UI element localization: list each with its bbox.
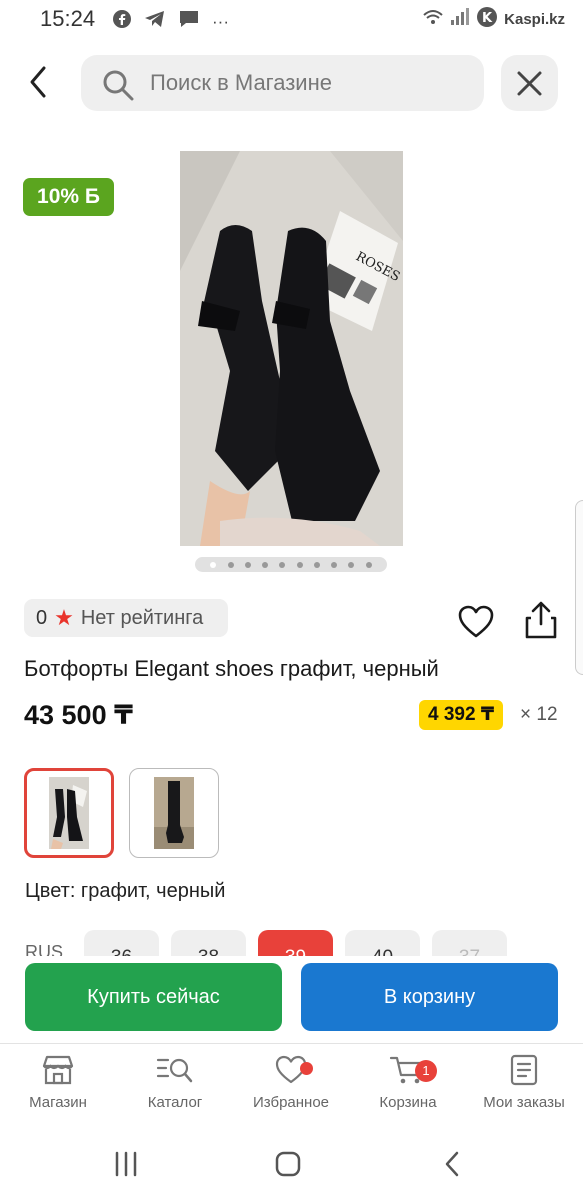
search-icon	[103, 70, 134, 101]
boots-photo: ROSES	[180, 151, 403, 546]
rating-text: Нет рейтинга	[80, 606, 204, 629]
close-icon	[517, 71, 542, 96]
pagination-dot[interactable]	[348, 561, 355, 568]
wifi-icon	[422, 9, 444, 30]
product-image[interactable]: ROSES	[180, 151, 403, 546]
recent-apps-button[interactable]	[112, 1150, 140, 1183]
status-bar: 15:24 ··· K Kaspi.kz	[0, 0, 583, 42]
pagination-dot[interactable]	[313, 561, 320, 568]
facebook-icon	[112, 9, 132, 34]
pagination-dot[interactable]	[227, 561, 234, 568]
share-icon	[525, 601, 557, 639]
message-icon	[178, 9, 200, 34]
color-variant-selected[interactable]	[24, 768, 114, 858]
buy-now-button[interactable]: Купить сейчас	[25, 963, 282, 1031]
nav-label: Магазин	[29, 1094, 87, 1111]
orders-icon	[510, 1054, 538, 1086]
nav-item-cart[interactable]: 1 Корзина	[353, 1054, 463, 1111]
share-button[interactable]	[523, 600, 559, 640]
store-icon	[42, 1055, 74, 1085]
size-selector: RUS 36 38 39 40 37	[0, 930, 583, 956]
notification-icons: ···	[112, 9, 229, 34]
rating-count: 0	[36, 606, 48, 629]
home-icon	[275, 1151, 301, 1177]
status-time: 15:24	[40, 6, 96, 31]
pagination-dot[interactable]	[365, 561, 372, 568]
size-option[interactable]: 38	[171, 930, 246, 956]
discount-badge: 10% Б	[23, 178, 114, 216]
installment-months: × 12	[520, 704, 558, 725]
svg-text:K: K	[482, 11, 493, 26]
favorite-button[interactable]	[458, 605, 494, 639]
search-placeholder: Поиск в Магазине	[150, 70, 332, 95]
chevron-left-icon	[30, 66, 46, 98]
size-option-selected[interactable]: 39	[258, 930, 333, 956]
nav-label: Мои заказы	[483, 1094, 565, 1111]
system-navigation	[0, 1133, 583, 1200]
variant-thumbnail	[49, 777, 89, 849]
size-option-disabled: 37	[432, 930, 507, 956]
search-header: Поиск в Магазине	[0, 52, 583, 114]
pagination-dot[interactable]	[331, 561, 338, 568]
nav-item-store[interactable]: Магазин	[3, 1054, 113, 1111]
color-variant[interactable]	[129, 768, 219, 858]
search-input[interactable]: Поиск в Магазине	[81, 55, 484, 111]
pagination-dot[interactable]	[210, 561, 217, 568]
catalog-icon	[156, 1058, 193, 1083]
status-right: K Kaspi.kz	[422, 6, 565, 33]
nav-item-favorites[interactable]: Избранное	[236, 1054, 346, 1111]
pagination-dot[interactable]	[262, 561, 269, 568]
kaspi-logo-icon: K	[476, 6, 498, 33]
signal-icon	[450, 8, 470, 31]
image-pagination[interactable]	[195, 557, 387, 572]
installment-price[interactable]: 4 392 ₸	[419, 700, 504, 730]
recent-apps-icon	[115, 1151, 137, 1177]
bottom-navigation: Магазин Каталог Избранное 1 Корзина Мои …	[0, 1043, 583, 1133]
size-system-label: RUS	[25, 942, 64, 956]
size-option[interactable]: 40	[345, 930, 420, 956]
heart-icon	[458, 605, 494, 638]
back-icon	[445, 1151, 459, 1177]
telegram-icon	[144, 9, 166, 34]
nav-label: Избранное	[252, 1094, 330, 1111]
favorites-indicator-dot	[300, 1062, 313, 1075]
back-button[interactable]	[22, 62, 66, 104]
brand-label: Kaspi.kz	[504, 11, 565, 28]
nav-item-orders[interactable]: Мои заказы	[469, 1054, 579, 1111]
variant-thumbnail	[154, 777, 194, 849]
pagination-dot[interactable]	[296, 561, 303, 568]
nav-label: Корзина	[379, 1094, 437, 1111]
nav-label: Каталог	[147, 1094, 203, 1111]
product-title: Ботфорты Elegant shoes графит, черный	[24, 656, 439, 681]
color-label: Цвет: графит, черный	[25, 880, 226, 902]
cart-count-badge: 1	[415, 1060, 437, 1082]
size-option[interactable]: 36	[84, 930, 159, 956]
pagination-dot[interactable]	[279, 561, 286, 568]
close-button[interactable]	[501, 55, 558, 111]
edge-panel-handle[interactable]	[575, 500, 583, 675]
nav-item-catalog[interactable]: Каталог	[120, 1054, 230, 1111]
add-to-cart-button[interactable]: В корзину	[301, 963, 558, 1031]
system-back-button[interactable]	[440, 1150, 464, 1183]
pagination-dot[interactable]	[244, 561, 251, 568]
rating-badge[interactable]: 0 ★ Нет рейтинга	[24, 599, 228, 637]
product-price: 43 500 ₸	[24, 700, 133, 730]
more-notifications: ···	[212, 11, 229, 31]
home-button[interactable]	[274, 1150, 302, 1183]
star-icon: ★	[54, 605, 74, 630]
